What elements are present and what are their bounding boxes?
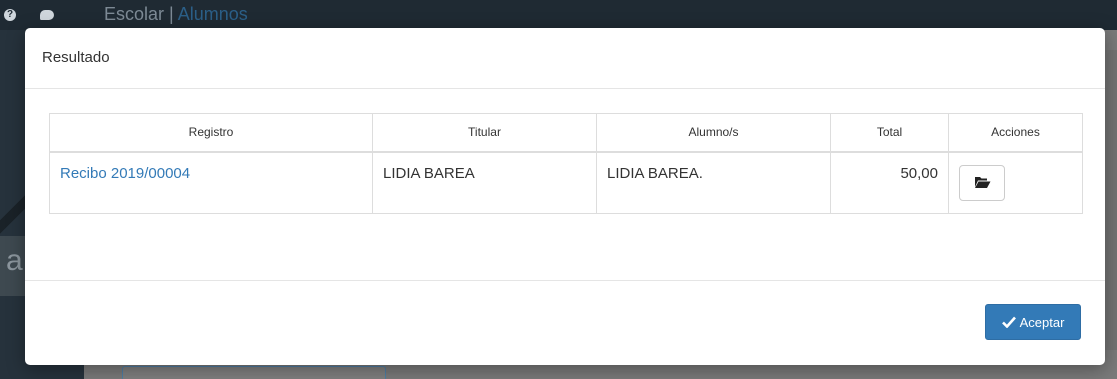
result-modal: Resultado Registro Titular Alumno/s Tota…: [25, 28, 1105, 365]
accept-button[interactable]: Aceptar: [985, 304, 1081, 340]
column-header-alumnos: Alumno/s: [596, 113, 831, 153]
folder-open-icon: [974, 177, 990, 188]
cell-registro: Recibo 2019/00004: [49, 151, 373, 214]
modal-header: Resultado: [25, 28, 1105, 89]
chat-icon: [40, 10, 54, 20]
cell-acciones: [948, 151, 1083, 214]
sidebar-letter: a: [6, 244, 23, 277]
cell-total: 50,00: [830, 151, 949, 214]
background-input: [122, 366, 386, 379]
cell-alumnos: LIDIA BAREA.: [596, 151, 831, 214]
column-header-total: Total: [830, 113, 949, 153]
table-row: Recibo 2019/00004 LIDIA BAREA LIDIA BARE…: [49, 151, 1083, 214]
results-table: Registro Titular Alumno/s Total Acciones…: [49, 113, 1083, 214]
column-header-registro: Registro: [49, 113, 373, 153]
app-topbar: ? Escolar | Alumnos: [0, 0, 1117, 30]
accept-button-label: Aceptar: [1019, 314, 1065, 330]
help-icon: ?: [4, 9, 16, 21]
recibo-link[interactable]: Recibo 2019/00004: [60, 165, 190, 182]
modal-footer: Aceptar: [25, 281, 1105, 365]
cell-titular: LIDIA BAREA: [372, 151, 597, 214]
brand-module: Alumnos: [177, 4, 248, 24]
column-header-titular: Titular: [372, 113, 597, 153]
brand-name: Escolar: [104, 4, 165, 24]
open-folder-button[interactable]: [959, 164, 1005, 201]
column-header-acciones: Acciones: [948, 113, 1083, 153]
check-icon: [1001, 316, 1016, 328]
table-header-row: Registro Titular Alumno/s Total Acciones: [49, 113, 1083, 153]
app-brand: Escolar | Alumnos: [104, 4, 248, 25]
modal-title: Resultado: [42, 49, 110, 66]
brand-separator: |: [169, 4, 174, 24]
modal-body: Registro Titular Alumno/s Total Acciones…: [25, 89, 1105, 281]
